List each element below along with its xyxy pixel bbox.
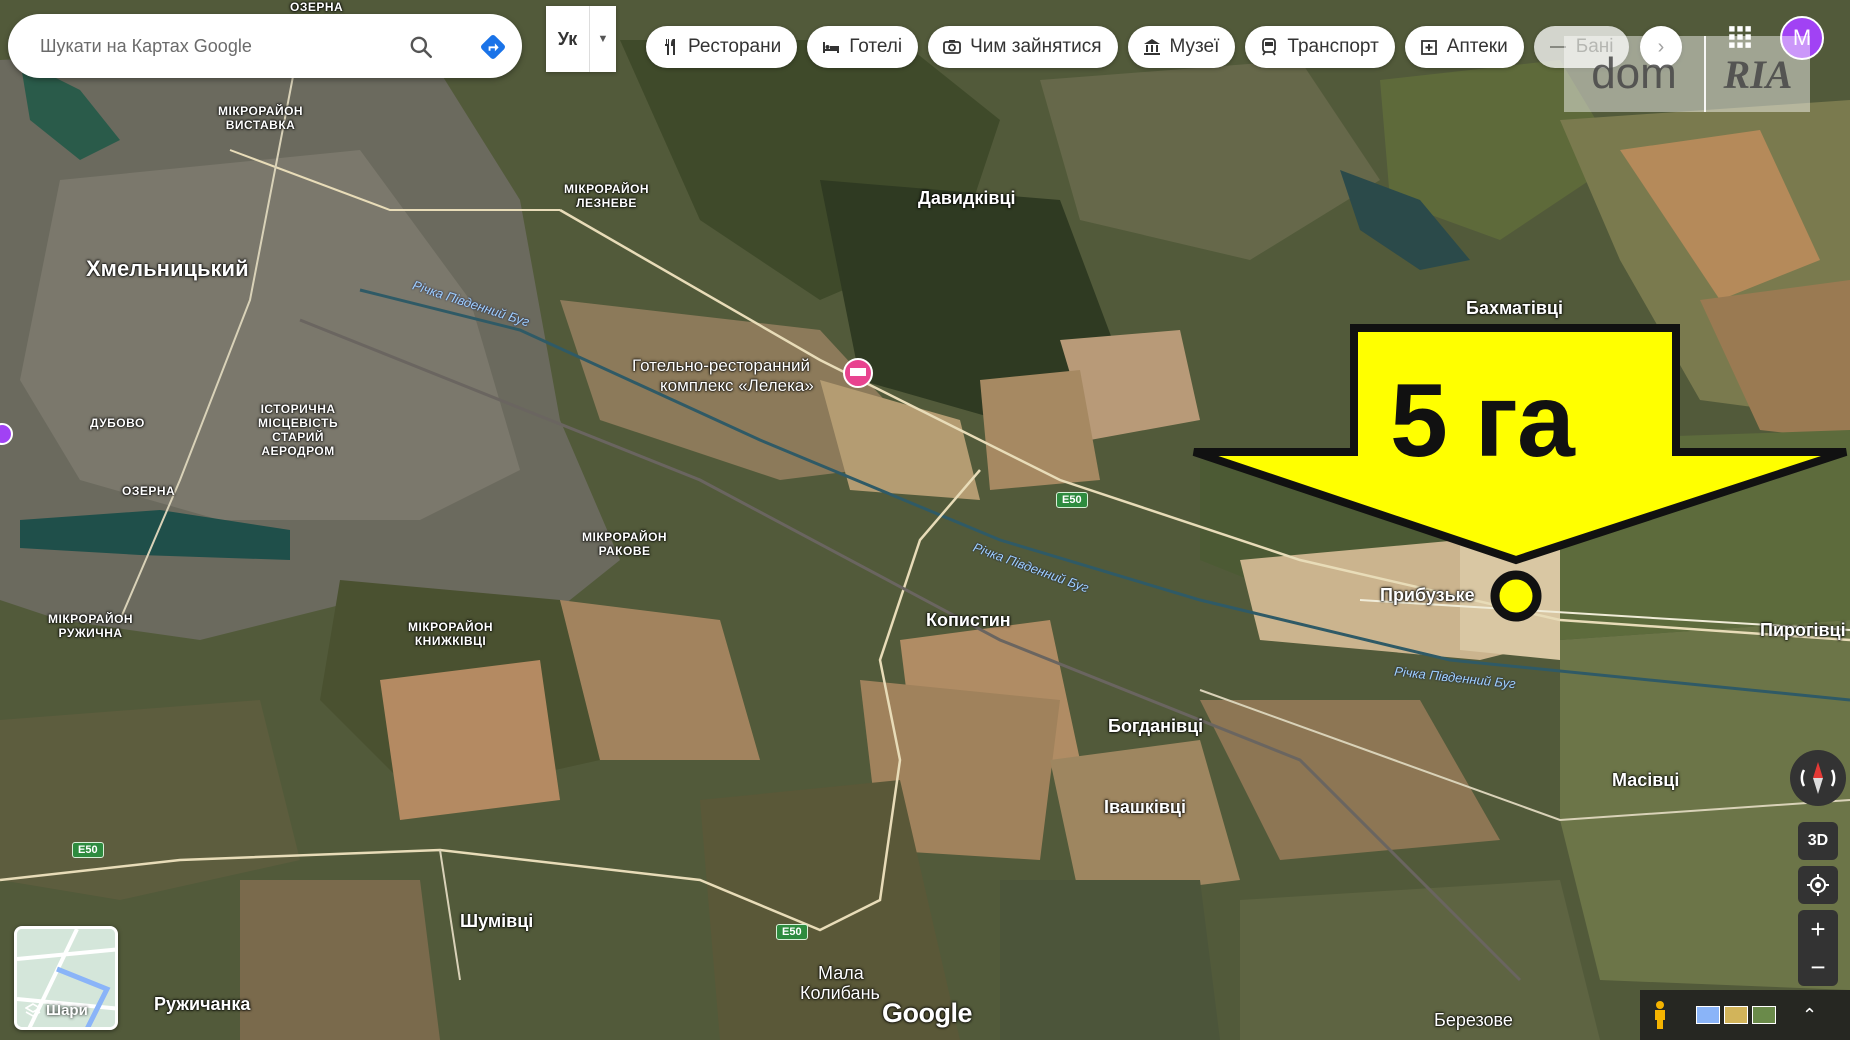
watermark-dom: dom (1591, 49, 1677, 98)
chip-label: Аптеки (1446, 36, 1508, 57)
restaurant-icon (665, 39, 675, 55)
chip-things-to-do[interactable]: Чим зайнятися (928, 26, 1118, 68)
road-shield-e50: E50 (776, 924, 808, 940)
map-label-district[interactable]: МІКРОРАЙОН КНИЖКІВЦІ (408, 620, 493, 648)
poi-label-line2[interactable]: комплекс «Лелека» (660, 376, 814, 396)
my-location-icon (1807, 874, 1829, 896)
map-label-village[interactable]: Колибань (800, 983, 880, 1004)
map-label-village[interactable]: Копистин (926, 610, 1011, 631)
chip-restaurants[interactable]: Ресторани (646, 26, 798, 68)
watermark-ria: RIA (1723, 51, 1793, 97)
3d-toggle-button[interactable]: 3D (1798, 822, 1838, 860)
language-toggle[interactable]: Ук ▼ (546, 6, 616, 72)
zoom-controls: + − (1798, 910, 1838, 986)
layers-label: Шари (46, 1002, 88, 1019)
search-icon[interactable] (408, 34, 434, 60)
map-label-district[interactable]: МІКРОРАЙОН РАКОВЕ (582, 530, 667, 558)
my-location-button[interactable] (1798, 866, 1838, 904)
map-label-village[interactable]: Давидківці (918, 188, 1016, 209)
google-logo: Google (882, 998, 973, 1028)
map-label-village[interactable]: Івашківці (1104, 797, 1186, 818)
map-label-district[interactable]: МІКРОРАЙОН РУЖИЧНА (48, 612, 133, 640)
chevron-down-icon[interactable]: ▼ (590, 6, 616, 72)
map-label-village[interactable]: Богданівці (1108, 716, 1203, 737)
pharmacy-icon (1420, 40, 1437, 55)
chip-pharmacies[interactable]: Аптеки (1404, 26, 1524, 68)
road-shield-e50: E50 (1056, 492, 1088, 508)
map-label-village[interactable]: Ружичанка (154, 994, 250, 1015)
zoom-in-button[interactable]: + (1798, 910, 1838, 948)
road-shield-e50: E50 (72, 842, 104, 858)
map-label-district[interactable]: ОЗЕРНА (122, 484, 175, 498)
map-label-district[interactable]: ОЗЕРНА (290, 0, 343, 14)
museum-icon (1143, 39, 1160, 55)
zoom-out-button[interactable]: − (1798, 948, 1838, 986)
language-code[interactable]: Ук (546, 6, 590, 72)
map-label-district[interactable]: ДУБОВО (90, 416, 145, 430)
chip-label: Ресторани (688, 36, 782, 57)
watermark-logo: dom RIA (1564, 36, 1810, 112)
chip-label: Чим зайнятися (970, 36, 1102, 57)
transit-icon (1262, 38, 1277, 56)
map-label-village[interactable]: Березове (1434, 1010, 1513, 1031)
imagery-thumb[interactable] (1696, 1006, 1720, 1024)
search-input[interactable] (40, 35, 380, 57)
chip-label: Транспорт (1287, 36, 1379, 57)
pegman-icon[interactable] (1640, 1000, 1680, 1030)
compass-button[interactable] (1790, 750, 1846, 806)
chip-label: Музеї (1169, 36, 1220, 57)
chip-museums[interactable]: Музеї (1127, 26, 1236, 68)
chip-transit[interactable]: Транспорт (1245, 26, 1395, 68)
chip-label: Готелі (849, 36, 903, 57)
imagery-thumbnails (1696, 1006, 1776, 1024)
imagery-thumb[interactable] (1724, 1006, 1748, 1024)
search-box[interactable] (8, 14, 522, 78)
map-label-village[interactable]: Шумівці (460, 911, 533, 932)
layers-button[interactable]: Шари (14, 926, 118, 1030)
map-label-village[interactable]: Мала (818, 963, 864, 984)
compass-icon (1800, 762, 1836, 794)
category-chips: Ресторани Готелі Чим зайнятися Музеї Тра… (646, 26, 1630, 68)
map-label-district[interactable]: ІСТОРИЧНА МІСЦЕВІСТЬ СТАРИЙ АЕРОДРОМ (258, 402, 338, 458)
chevron-up-icon[interactable]: ⌃ (1802, 1005, 1817, 1026)
map-label-city[interactable]: Хмельницький (86, 256, 249, 282)
camera-icon (943, 40, 962, 54)
hotel-icon (823, 42, 840, 53)
poi-label-line1[interactable]: Готельно-ресторанний (632, 356, 810, 376)
layers-icon (25, 1002, 41, 1017)
layers-label-wrap: Шари (25, 1002, 88, 1019)
area-label: 5 га (1390, 363, 1575, 479)
imagery-thumb[interactable] (1752, 1006, 1776, 1024)
map-label-village[interactable]: Масівці (1612, 770, 1679, 791)
map-label-district[interactable]: МІКРОРАЙОН ВИСТАВКА (218, 104, 303, 132)
chip-hotels[interactable]: Готелі (807, 26, 919, 68)
bottom-bar: ⌃ (1640, 990, 1850, 1040)
map-label-village[interactable]: Бахматівці (1466, 298, 1563, 319)
directions-icon[interactable] (478, 32, 508, 62)
map-label-district[interactable]: МІКРОРАЙОН ЛЕЗНЕВЕ (564, 182, 649, 210)
